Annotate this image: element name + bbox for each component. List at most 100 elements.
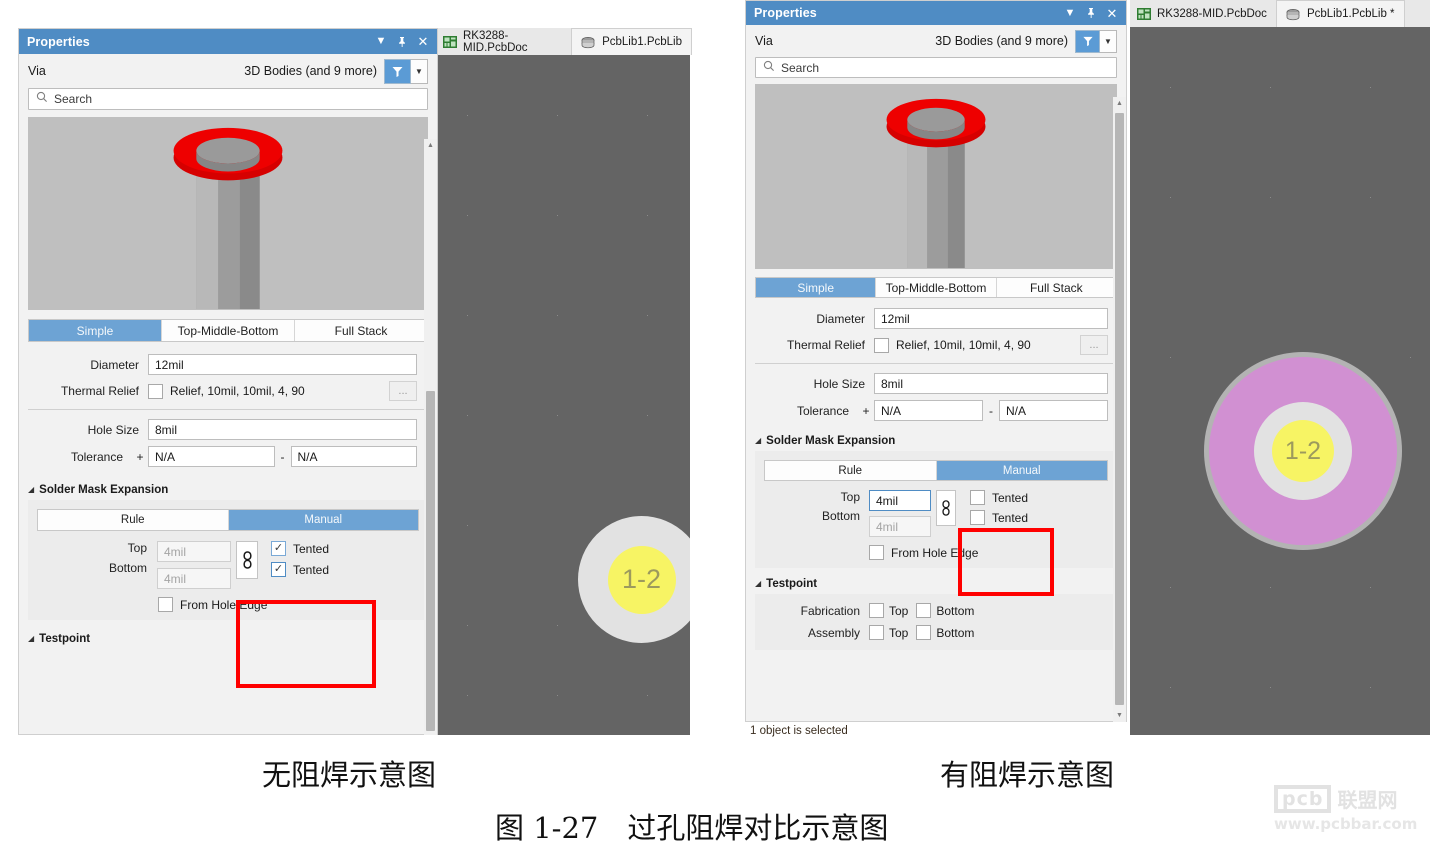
thermal-relief-more-button[interactable]: ... <box>389 381 417 401</box>
solder-mask-section-header[interactable]: ◢ Solder Mask Expansion <box>19 481 437 500</box>
filter-summary-label: 3D Bodies (and 9 more) <box>935 34 1068 48</box>
diameter-input[interactable]: 12mil <box>874 308 1108 329</box>
assembly-bottom-checkbox[interactable] <box>916 625 932 640</box>
tolerance-plus-input[interactable]: N/A <box>874 400 983 421</box>
filter-dropdown-button[interactable]: ▼ <box>411 58 428 84</box>
hole-size-row: Hole Size 8mil <box>755 373 1117 394</box>
via-3d-graphic <box>886 98 986 268</box>
right-document-tab-bar[interactable]: RK3288-MID.PcbDoc PcbLib1.PcbLib * <box>1130 0 1430 27</box>
panel-title: Properties <box>754 6 817 20</box>
tab-simple[interactable]: Simple <box>29 320 162 341</box>
pin-icon[interactable] <box>396 35 408 49</box>
scroll-thumb[interactable] <box>1115 113 1124 705</box>
collapse-triangle-icon: ◢ <box>755 435 762 445</box>
pin-icon[interactable] <box>1085 6 1097 20</box>
via-size-form: Diameter 12mil Thermal Relief Relief, 10… <box>746 298 1126 426</box>
mask-top-input[interactable]: 4mil <box>869 490 931 511</box>
tab-simple[interactable]: Simple <box>756 278 877 297</box>
solder-mask-section-header[interactable]: ◢ Solder Mask Expansion <box>746 432 1126 451</box>
thermal-relief-more-button[interactable]: ... <box>1080 335 1108 355</box>
mask-top-row: Top <box>764 490 860 504</box>
chevron-down-icon[interactable]: ▼ <box>375 35 387 49</box>
diameter-label: Diameter <box>90 357 139 372</box>
chain-link-icon[interactable] <box>936 490 956 526</box>
pcb-lib-icon <box>1286 8 1301 21</box>
close-icon[interactable]: ✕ <box>417 35 429 49</box>
close-icon[interactable]: ✕ <box>1106 6 1118 20</box>
mask-bottom-input[interactable]: 4mil <box>157 568 231 589</box>
fabrication-top-checkbox[interactable] <box>869 603 884 618</box>
doc-tab-pcbdoc[interactable]: RK3288-MID.PcbDoc <box>1130 0 1276 27</box>
right-panel-scrollbar[interactable]: ▲ ▼ <box>1113 97 1126 722</box>
mask-bottom-tented-checkbox[interactable]: ✓ <box>271 562 286 577</box>
mask-bottom-input[interactable]: 4mil <box>869 516 931 537</box>
tolerance-plus-sign: + <box>136 449 144 464</box>
left-document-tab-bar[interactable]: RK3288-MID.PcbDoc PcbLib1.PcbLib <box>437 28 692 55</box>
left-panel-scrollbar[interactable]: ▲ <box>424 139 437 735</box>
mask-top-tented-checkbox[interactable]: ✓ <box>271 541 286 556</box>
mask-top-tented-checkbox[interactable] <box>970 490 985 505</box>
via-pad: 1-2 <box>607 545 676 614</box>
from-hole-edge-checkbox[interactable] <box>158 597 173 612</box>
thermal-relief-value: Relief, 10mil, 10mil, 4, 90 <box>896 338 1031 352</box>
tolerance-row: Tolerance + N/A - N/A <box>28 446 428 467</box>
form-divider <box>755 363 1117 364</box>
hole-size-input[interactable]: 8mil <box>148 419 417 440</box>
tab-top-middle-bottom[interactable]: Top-Middle-Bottom <box>876 278 997 297</box>
panel-title-bar: Properties ▼ ✕ <box>19 29 437 54</box>
chevron-down-icon[interactable]: ▼ <box>1064 6 1076 20</box>
mask-bottom-tented-checkbox[interactable] <box>970 510 985 525</box>
solder-mask-mode-tabs[interactable]: Rule Manual <box>37 509 419 531</box>
doc-tab-pcblib[interactable]: PcbLib1.PcbLib <box>571 28 692 55</box>
doc-tab-pcbdoc[interactable]: RK3288-MID.PcbDoc <box>437 28 571 55</box>
scroll-up-arrow[interactable]: ▲ <box>1113 97 1126 110</box>
funnel-icon[interactable] <box>384 58 411 84</box>
tab-full-stack[interactable]: Full Stack <box>996 278 1116 297</box>
diameter-input[interactable]: 12mil <box>148 354 417 375</box>
doc-tab-pcblib[interactable]: PcbLib1.PcbLib * <box>1275 0 1405 27</box>
tab-full-stack[interactable]: Full Stack <box>295 320 427 341</box>
solder-mask-mode-tabs[interactable]: Rule Manual <box>764 460 1108 481</box>
tolerance-minus-sign: - <box>280 449 285 464</box>
tab-manual[interactable]: Manual <box>228 510 418 530</box>
tolerance-plus-input[interactable]: N/A <box>148 446 275 467</box>
funnel-icon[interactable] <box>1075 29 1100 53</box>
search-input[interactable]: Search <box>755 57 1117 78</box>
assembly-top-label: Top <box>889 625 909 640</box>
highlight-box-tented-left <box>236 600 376 688</box>
thermal-relief-checkbox[interactable] <box>148 383 163 399</box>
left-pcb-canvas[interactable]: 1-2 <box>437 55 690 735</box>
hole-size-row: Hole Size 8mil <box>28 419 428 440</box>
diameter-row: Diameter 12mil <box>28 354 428 375</box>
via-stack-mode-tabs[interactable]: Simple Top-Middle-Bottom Full Stack <box>755 277 1117 298</box>
tab-rule[interactable]: Rule <box>38 510 229 530</box>
filter-dropdown-button[interactable]: ▼ <box>1100 29 1117 53</box>
mask-top-input[interactable]: 4mil <box>157 541 231 562</box>
object-type-label: Via <box>28 64 46 78</box>
tab-top-middle-bottom[interactable]: Top-Middle-Bottom <box>162 320 295 341</box>
via-3d-preview[interactable] <box>28 117 428 310</box>
thermal-relief-label: Thermal Relief <box>60 384 139 398</box>
testpoint-section-header[interactable]: ◢ Testpoint <box>746 575 1126 594</box>
via-solder-mask-outline[interactable]: 1-2 <box>1204 352 1402 550</box>
tab-manual[interactable]: Manual <box>936 461 1107 480</box>
from-hole-edge-checkbox[interactable] <box>869 545 884 560</box>
via-3d-preview[interactable] <box>755 84 1117 269</box>
search-input[interactable]: Search <box>28 88 428 110</box>
right-pcb-canvas[interactable]: 1-2 <box>1130 27 1430 735</box>
tab-rule[interactable]: Rule <box>765 461 937 480</box>
mask-bottom-tented-label: Tented <box>293 562 330 577</box>
fabrication-bottom-checkbox[interactable] <box>916 603 932 618</box>
via-stack-mode-tabs[interactable]: Simple Top-Middle-Bottom Full Stack <box>28 319 428 342</box>
tolerance-minus-input[interactable]: N/A <box>290 446 417 467</box>
diameter-label: Diameter <box>816 311 865 326</box>
assembly-top-checkbox[interactable] <box>869 625 884 640</box>
tolerance-minus-input[interactable]: N/A <box>999 400 1108 421</box>
scroll-down-arrow[interactable]: ▼ <box>1113 709 1126 722</box>
scroll-up-arrow[interactable]: ▲ <box>424 139 437 152</box>
chain-link-icon[interactable] <box>236 541 258 579</box>
hole-size-input[interactable]: 8mil <box>874 373 1108 394</box>
thermal-relief-checkbox[interactable] <box>874 337 889 353</box>
via-outer-ring[interactable]: 1-2 <box>578 516 690 643</box>
scroll-thumb[interactable] <box>426 391 435 731</box>
